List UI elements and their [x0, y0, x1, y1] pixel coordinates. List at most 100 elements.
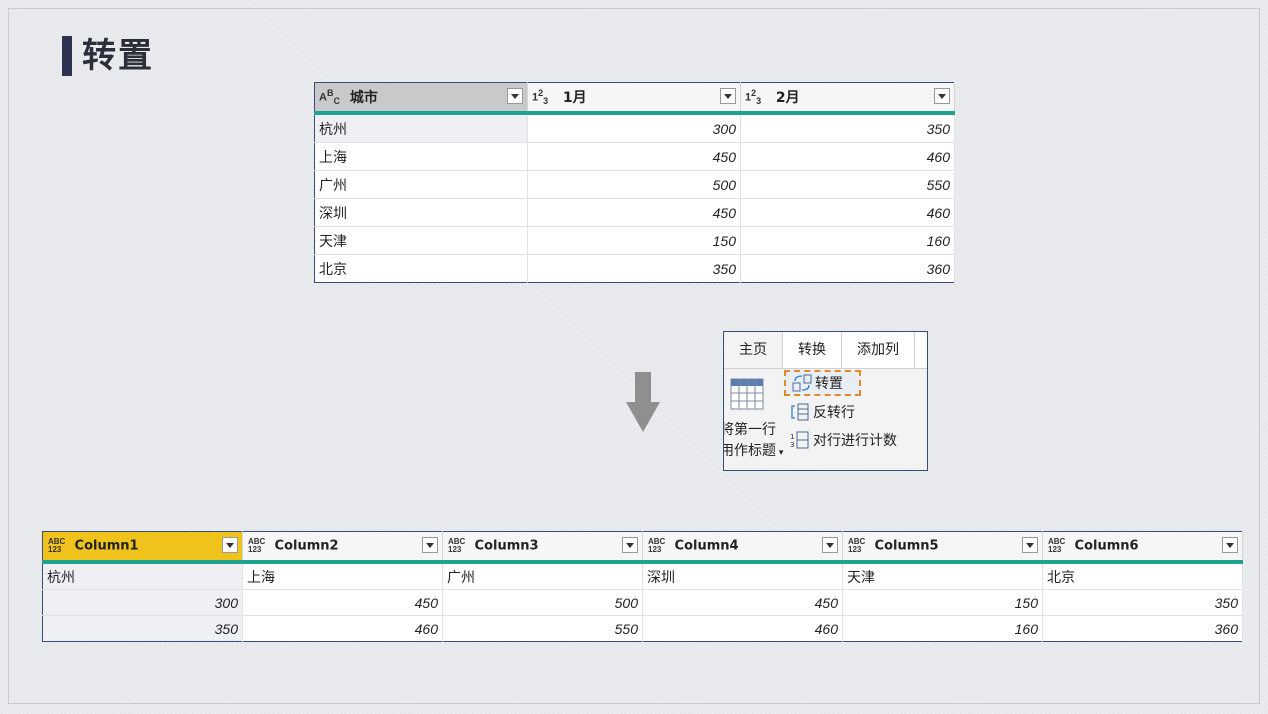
column-header-label: Column3	[474, 538, 539, 554]
column-header-city[interactable]: ABC 城市	[314, 82, 528, 115]
ribbon-label: 用作标题	[723, 443, 776, 459]
tab-add-column[interactable]: 添加列	[842, 332, 915, 368]
table-cell[interactable]: 360	[1042, 615, 1243, 642]
table-row: 300 450 500 450 150 350	[42, 589, 1243, 616]
tab-home[interactable]: 主页	[724, 332, 783, 368]
number-type-icon: 123	[532, 88, 549, 106]
column-header-column4[interactable]: ABC 123 Column4	[642, 531, 843, 564]
table-row: 天津 150 160	[314, 226, 955, 255]
table-row: 350 460 550 460 160 360	[42, 615, 1243, 642]
table-cell[interactable]: 上海	[242, 561, 443, 590]
table-cell[interactable]: 460	[740, 198, 955, 227]
column-header-feb[interactable]: 123 2月	[740, 82, 955, 115]
table-cell[interactable]: 广州	[314, 170, 528, 199]
column-header-label: Column5	[874, 538, 939, 554]
number-type-icon: 123	[745, 88, 762, 106]
table-cell[interactable]: 300	[42, 589, 243, 616]
column-header-label: Column1	[74, 538, 139, 554]
any-type-icon: ABC 123	[848, 537, 866, 554]
chevron-down-icon[interactable]	[422, 537, 438, 553]
table-cell[interactable]: 350	[527, 254, 741, 283]
column-header-label: Column6	[1074, 538, 1139, 554]
page-title: 转置	[82, 36, 154, 76]
table-cell[interactable]: 550	[442, 615, 643, 642]
table-cell[interactable]: 北京	[314, 254, 528, 283]
table-cell[interactable]: 天津	[842, 561, 1043, 590]
table-cell[interactable]: 150	[527, 226, 741, 255]
column-header-column5[interactable]: ABC 123 Column5	[842, 531, 1043, 564]
table-cell[interactable]: 500	[527, 170, 741, 199]
tab-transform[interactable]: 转换	[783, 332, 842, 368]
svg-text:3: 3	[790, 441, 794, 449]
table-cell[interactable]: 上海	[314, 142, 528, 171]
transpose-button[interactable]: 转置	[784, 370, 861, 396]
reverse-rows-button[interactable]: 反转行	[790, 402, 855, 422]
table-cell[interactable]: 160	[740, 226, 955, 255]
table-cell[interactable]: 300	[527, 112, 741, 143]
table-grid-icon[interactable]	[730, 378, 764, 410]
column-header-jan[interactable]: 123 1月	[527, 82, 741, 115]
table-cell[interactable]: 460	[740, 142, 955, 171]
table-cell[interactable]: 450	[242, 589, 443, 616]
table-row: 杭州 上海 广州 深圳 天津 北京	[42, 561, 1243, 590]
table-cell[interactable]: 450	[527, 142, 741, 171]
chevron-down-icon[interactable]	[507, 88, 523, 104]
table-cell[interactable]: 500	[442, 589, 643, 616]
title-accent-bar	[62, 36, 72, 76]
table-cell[interactable]: 广州	[442, 561, 643, 590]
table-cell[interactable]: 北京	[1042, 561, 1243, 590]
table-cell[interactable]: 360	[740, 254, 955, 283]
table-cell[interactable]: 350	[740, 112, 955, 143]
table-row: 杭州 300 350	[314, 112, 955, 143]
column-header-label: 城市	[349, 90, 378, 106]
table-cell[interactable]: 天津	[314, 226, 528, 255]
table-cell[interactable]: 深圳	[314, 198, 528, 227]
ribbon-tabs: 主页 转换 添加列	[724, 332, 927, 369]
result-table: ABC 123 Column1 ABC 123 Column2 ABC 123 Col…	[42, 531, 1243, 642]
table-row: 上海 450 460	[314, 142, 955, 171]
svg-text:1: 1	[790, 433, 794, 441]
reverse-rows-icon	[791, 403, 809, 421]
table-row: 北京 350 360	[314, 254, 955, 283]
table-cell[interactable]: 550	[740, 170, 955, 199]
count-rows-button[interactable]: 1 3 对行进行计数	[790, 430, 897, 450]
column-header-label: 2月	[775, 90, 800, 106]
use-first-row-as-headers-button[interactable]: 将第一行 用作标题 ▾	[723, 420, 784, 464]
ribbon-label: 将第一行	[723, 422, 776, 438]
arrow-down-icon	[626, 372, 660, 434]
table-cell[interactable]: 450	[642, 589, 843, 616]
any-type-icon: ABC 123	[1048, 537, 1066, 554]
chevron-down-icon[interactable]	[720, 88, 736, 104]
chevron-down-icon[interactable]	[622, 537, 638, 553]
table-row: 深圳 450 460	[314, 198, 955, 227]
chevron-down-icon[interactable]	[1222, 537, 1238, 553]
table-row: 广州 500 550	[314, 170, 955, 199]
table-cell[interactable]: 460	[642, 615, 843, 642]
transpose-label: 转置	[815, 376, 843, 392]
column-header-column6[interactable]: ABC 123 Column6	[1042, 531, 1243, 564]
chevron-down-icon[interactable]	[222, 537, 238, 553]
chevron-down-icon[interactable]	[822, 537, 838, 553]
text-type-icon: ABC	[319, 88, 340, 106]
table-cell[interactable]: 460	[242, 615, 443, 642]
ribbon-panel: 主页 转换 添加列 将第一行 用作标题 ▾ 转置 反转行 1 3 对行进行计数	[723, 331, 928, 471]
table-cell[interactable]: 杭州	[314, 112, 528, 143]
any-type-icon: ABC 123	[448, 537, 466, 554]
chevron-down-icon[interactable]	[934, 88, 950, 104]
table-cell[interactable]: 150	[842, 589, 1043, 616]
column-header-label: Column2	[274, 538, 339, 554]
table-cell[interactable]: 350	[1042, 589, 1243, 616]
table-cell[interactable]: 深圳	[642, 561, 843, 590]
column-header-column2[interactable]: ABC 123 Column2	[242, 531, 443, 564]
count-rows-label: 对行进行计数	[813, 433, 897, 449]
reverse-rows-label: 反转行	[813, 405, 855, 421]
caret-down-icon: ▾	[776, 448, 784, 458]
count-rows-icon: 1 3	[790, 431, 809, 449]
table-cell[interactable]: 450	[527, 198, 741, 227]
column-header-column1[interactable]: ABC 123 Column1	[42, 531, 243, 564]
table-cell[interactable]: 350	[42, 615, 243, 642]
table-cell[interactable]: 杭州	[42, 561, 243, 590]
table-cell[interactable]: 160	[842, 615, 1043, 642]
chevron-down-icon[interactable]	[1022, 537, 1038, 553]
column-header-column3[interactable]: ABC 123 Column3	[442, 531, 643, 564]
